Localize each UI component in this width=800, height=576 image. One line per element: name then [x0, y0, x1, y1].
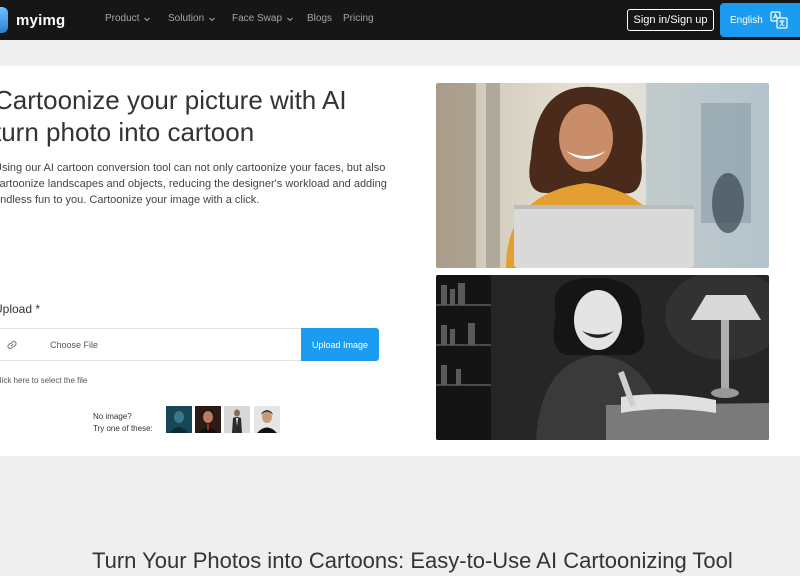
- nav-item-pricing[interactable]: Pricing: [343, 13, 374, 24]
- nav-item-face-swap[interactable]: Face Swap: [232, 13, 294, 24]
- sample-thumbnail[interactable]: [254, 406, 280, 433]
- select-file-hint[interactable]: Click here to select the file: [0, 376, 87, 385]
- nav-item-label: Product: [105, 13, 140, 24]
- nav-item-label: Face Swap: [232, 13, 283, 24]
- hero-description-line: cartoonize landscapes and objects, reduc…: [0, 178, 387, 190]
- sample-portrait-image: [195, 406, 221, 433]
- file-input-placeholder: Choose File: [50, 340, 99, 350]
- file-input[interactable]: Choose File: [0, 328, 301, 361]
- hero-description-line: endless fun to you. Cartoonize your imag…: [0, 194, 260, 206]
- nav-item-product[interactable]: Product: [105, 13, 151, 24]
- sample-thumbnail[interactable]: [195, 406, 221, 433]
- cartoon-photo-image: [436, 275, 769, 440]
- original-photo-image: [436, 83, 769, 268]
- top-navbar: myimg Product Solution Face Swap Blogs P…: [0, 0, 800, 40]
- chevron-down-icon: [209, 17, 215, 21]
- chevron-down-icon: [287, 17, 293, 21]
- nav-item-label: Blogs: [307, 13, 333, 24]
- translate-icon: [770, 11, 788, 29]
- logo[interactable]: myimg: [0, 6, 65, 34]
- nav-item-label: Pricing: [343, 13, 374, 24]
- upload-label: Upload *: [0, 302, 41, 316]
- language-label: English: [730, 14, 763, 26]
- sample-images-prompt: No image? Try one of these:: [93, 411, 153, 435]
- nav-item-label: Solution: [168, 13, 205, 24]
- logo-text: myimg: [16, 11, 66, 29]
- sample-prompt-line: Try one of these:: [93, 424, 153, 433]
- link-icon: [7, 340, 17, 350]
- hero-description-line: Using our AI cartoon conversion tool can…: [0, 162, 386, 174]
- example-cartoon-photo: [436, 275, 769, 440]
- sample-thumbnail[interactable]: [224, 406, 250, 433]
- upload-image-button[interactable]: Upload Image: [301, 328, 379, 361]
- hero-title: Cartoonize your picture with AI turn pho…: [0, 84, 347, 148]
- sample-prompt-line: No image?: [93, 412, 132, 421]
- nav-item-blogs[interactable]: Blogs: [307, 13, 332, 24]
- chevron-down-icon: [144, 17, 151, 21]
- section-title: Turn Your Photos into Cartoons: Easy-to-…: [92, 548, 733, 573]
- signin-button[interactable]: Sign in/Sign up: [627, 9, 714, 31]
- sample-portrait-image: [166, 406, 192, 433]
- sample-portrait-image: [254, 406, 280, 433]
- language-button[interactable]: English: [720, 3, 800, 37]
- hero-title-line: Cartoonize your picture with AI: [0, 85, 347, 115]
- nav-item-solution[interactable]: Solution: [168, 13, 216, 24]
- sample-portrait-image: [224, 406, 250, 433]
- hero-title-line: turn photo into cartoon: [0, 117, 255, 147]
- sample-thumbnail[interactable]: [166, 406, 192, 433]
- example-original-photo: [436, 83, 769, 268]
- logo-mark-icon: [0, 7, 8, 33]
- hero-description: Using our AI cartoon conversion tool can…: [0, 160, 394, 208]
